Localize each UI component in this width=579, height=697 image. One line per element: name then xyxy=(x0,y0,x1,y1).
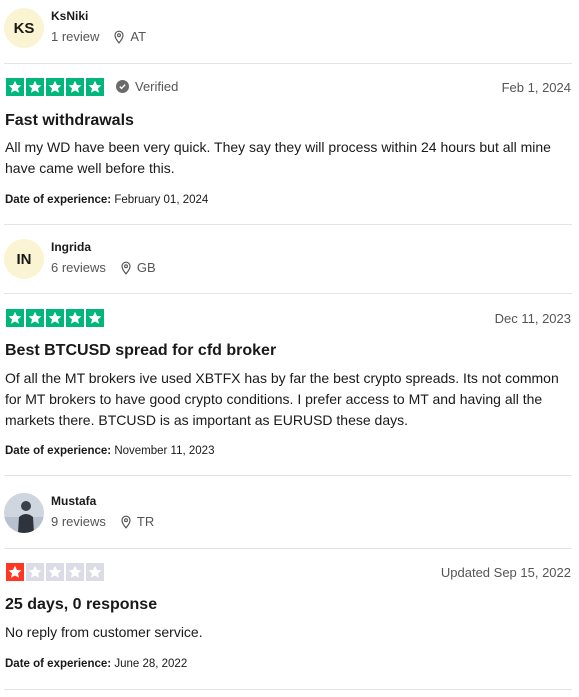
review-body: No reply from customer service. xyxy=(5,624,203,640)
consumer-country: TR xyxy=(136,514,155,529)
consumer-country: AT xyxy=(130,29,147,44)
review-date: Dec 11, 2023 xyxy=(494,311,571,326)
consumer-info[interactable]: IN Ingrida 6 reviews GB xyxy=(4,239,156,279)
star-filled-icon xyxy=(46,309,64,327)
date-of-experience-label: Date of experience: xyxy=(5,445,112,457)
star-empty-icon xyxy=(66,563,84,581)
divider xyxy=(4,475,572,476)
review-count: 6 reviews xyxy=(51,260,106,275)
consumer-name[interactable]: Mustafa xyxy=(51,494,154,508)
avatar[interactable]: IN xyxy=(4,239,44,279)
avatar[interactable] xyxy=(4,493,44,533)
star-empty-icon xyxy=(26,563,44,581)
star-filled-icon xyxy=(6,563,24,581)
consumer-name[interactable]: Ingrida xyxy=(51,240,156,254)
date-of-experience-value: June 28, 2022 xyxy=(114,658,188,670)
star-empty-icon xyxy=(46,563,64,581)
divider xyxy=(4,224,572,225)
star-rating xyxy=(6,309,104,327)
star-filled-icon xyxy=(66,309,84,327)
review-title[interactable]: Fast withdrawals xyxy=(5,112,134,130)
review-title[interactable]: Best BTCUSD spread for cfd broker xyxy=(5,342,276,360)
date-of-experience-label: Date of experience: xyxy=(5,194,112,206)
star-filled-icon xyxy=(86,309,104,327)
consumer-info[interactable]: Mustafa 9 reviews TR xyxy=(4,493,154,533)
divider xyxy=(4,689,572,690)
star-filled-icon xyxy=(46,78,64,96)
star-filled-icon xyxy=(6,309,24,327)
location-pin-icon xyxy=(121,515,131,529)
review-title[interactable]: 25 days, 0 response xyxy=(5,596,157,614)
star-filled-icon xyxy=(26,78,44,96)
review-date: Feb 1, 2024 xyxy=(501,80,571,95)
consumer-name[interactable]: KsNiki xyxy=(51,9,146,23)
review-body: Of all the MT brokers ive used XBTFX has… xyxy=(5,370,559,428)
verified-label: Verified xyxy=(135,79,179,94)
review-body: All my WD have been very quick. They say… xyxy=(5,139,551,176)
location-pin-icon xyxy=(114,30,125,44)
star-rating xyxy=(6,78,104,96)
review-date: Updated Sep 15, 2022 xyxy=(440,565,571,580)
review-count: 1 review xyxy=(51,29,100,44)
consumer-info[interactable]: KS KsNiki 1 review AT xyxy=(4,8,146,48)
date-of-experience: Date of experience: February 01, 2024 xyxy=(5,194,208,206)
divider xyxy=(4,548,572,549)
star-rating xyxy=(6,563,104,581)
consumer-country: GB xyxy=(136,260,156,275)
verified-badge[interactable]: Verified xyxy=(116,79,178,94)
date-of-experience-value: February 01, 2024 xyxy=(114,194,209,206)
star-filled-icon xyxy=(6,78,24,96)
review-count: 9 reviews xyxy=(51,514,106,529)
avatar[interactable]: KS xyxy=(4,8,44,48)
location-pin-icon xyxy=(121,261,131,275)
star-filled-icon xyxy=(26,309,44,327)
user-photo-icon xyxy=(4,493,44,533)
date-of-experience: Date of experience: November 11, 2023 xyxy=(5,445,214,457)
star-empty-icon xyxy=(86,563,104,581)
date-of-experience-value: November 11, 2023 xyxy=(114,445,215,457)
star-filled-icon xyxy=(86,78,104,96)
date-of-experience: Date of experience: June 28, 2022 xyxy=(5,658,187,670)
divider xyxy=(4,63,572,64)
divider xyxy=(4,293,572,294)
date-of-experience-label: Date of experience: xyxy=(5,658,112,670)
checkmark-icon xyxy=(116,80,129,93)
star-filled-icon xyxy=(66,78,84,96)
